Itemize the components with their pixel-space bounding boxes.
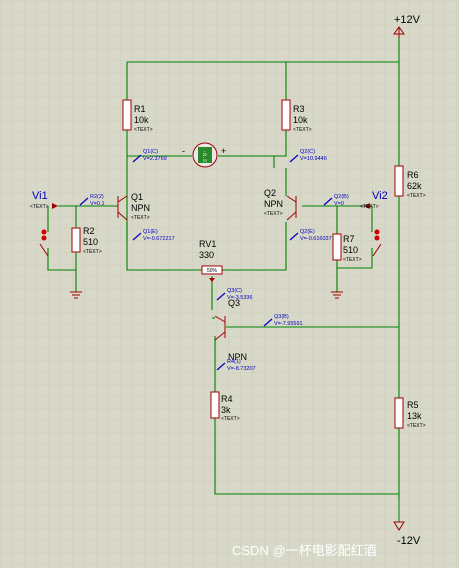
- grid-background: [0, 0, 459, 568]
- q2-text-tag: <TEXT>: [264, 211, 283, 217]
- q1-text-tag: <TEXT>: [131, 215, 150, 221]
- probe-q2b-value: V=0: [334, 201, 344, 207]
- r1-text-tag: <TEXT>: [134, 127, 153, 133]
- q2-type: NPN: [264, 199, 283, 209]
- r5-value: 13k: [407, 411, 422, 421]
- q1-type: NPN: [131, 203, 150, 213]
- q2-name: Q2: [264, 188, 276, 198]
- rv1-tag: 50%: [207, 268, 218, 274]
- r7-text-tag: <TEXT>: [343, 257, 362, 263]
- r2-text-tag: <TEXT>: [83, 249, 102, 255]
- meter-display: -8.57: [201, 150, 207, 165]
- vi2-text-tag: <TEXT>: [360, 204, 379, 210]
- rv1-name: RV1: [199, 239, 216, 249]
- r6-value: 62k: [407, 181, 422, 191]
- r6-name: R6: [407, 170, 419, 180]
- probe-r2-value: V=0.1: [90, 201, 105, 207]
- q1-name: Q1: [131, 192, 143, 202]
- vee-label: -12V: [397, 535, 421, 547]
- probe-r4-id: R4(1): [227, 359, 241, 365]
- schematic-canvas: +12V -12V R1 10k <TEXT> R3 10k <TEXT> R2…: [0, 0, 459, 568]
- vi1-label: Vi1: [32, 190, 48, 202]
- r1-value: 10k: [134, 115, 149, 125]
- meter-minus: -: [182, 146, 185, 156]
- vcc-label: +12V: [394, 14, 421, 26]
- probe-q3c-value: V=-3.5336: [227, 295, 253, 301]
- r3-value: 10k: [293, 115, 308, 125]
- probe-q1c-id: Q1(C): [143, 149, 158, 155]
- probe-r4-value: V=-8.73207: [227, 366, 256, 372]
- r3-name: R3: [293, 104, 305, 114]
- r4-name: R4: [221, 394, 233, 404]
- r3-text-tag: <TEXT>: [293, 127, 312, 133]
- watermark: CSDN @一杯电影配红酒: [232, 543, 377, 558]
- r6-text-tag: <TEXT>: [407, 193, 426, 199]
- vi2-label: Vi2: [372, 190, 388, 202]
- probe-q1e-id: Q1(E): [143, 229, 158, 235]
- vi1-text-tag: <TEXT>: [30, 204, 49, 210]
- probe-q2c-id: Q2(C): [300, 149, 315, 155]
- meter-plus: +: [221, 146, 226, 156]
- r7-value: 510: [343, 245, 358, 255]
- probe-q1c-value: V=2.3769: [143, 156, 167, 162]
- r1-name: R1: [134, 104, 146, 114]
- probe-q2b-id: Q2(B): [334, 194, 349, 200]
- probe-q3c-id: Q3(C): [227, 288, 242, 294]
- probe-q1e-value: V=-0.672217: [143, 236, 175, 242]
- r2-name: R2: [83, 226, 95, 236]
- r7-name: R7: [343, 234, 355, 244]
- r4-text-tag: <TEXT>: [221, 416, 240, 422]
- r2-value: 510: [83, 237, 98, 247]
- probe-r2-id: R2(2): [90, 194, 104, 200]
- r4-value: 3k: [221, 405, 231, 415]
- probe-q2e-id: Q2(E): [300, 229, 315, 235]
- probe-q2e-value: V=-0.616037: [300, 236, 332, 242]
- rv1-value: 330: [199, 250, 214, 260]
- probe-q3b-id: Q3(B): [274, 314, 289, 320]
- r5-text-tag: <TEXT>: [407, 423, 426, 429]
- probe-q2c-value: V=10.9446: [300, 156, 327, 162]
- r5-name: R5: [407, 400, 419, 410]
- probe-q3b-value: V=-7.95591: [274, 321, 303, 327]
